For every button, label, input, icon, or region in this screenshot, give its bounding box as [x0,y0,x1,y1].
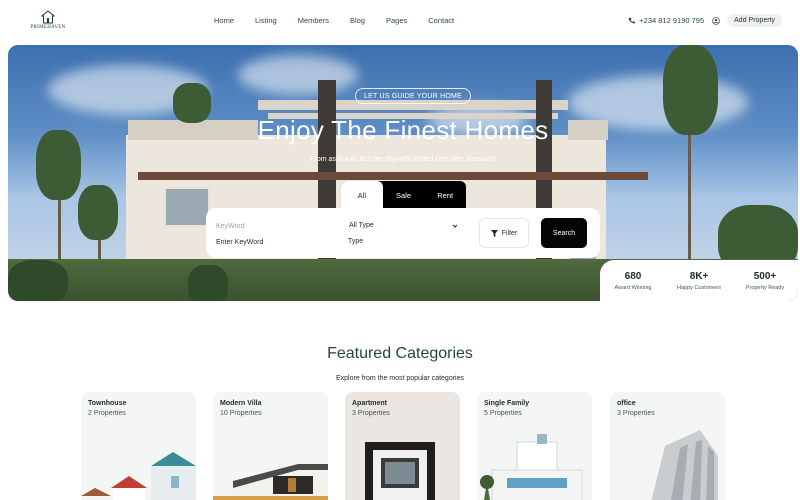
main-menu: Home Listing Members Blog Pages Contact [214,16,475,25]
brand-logo[interactable]: PRIMEHAVEN [28,10,68,30]
category-card-townhouse[interactable]: Townhouse 2 Properties [81,392,196,500]
chevron-down-icon[interactable] [452,223,458,229]
category-name: Apartment [352,400,388,407]
hero-subtitle: From as low as $10 per day with limited … [310,156,496,163]
hero-tagline: LET US GUIDE YOUR HOME [355,88,471,104]
add-property-button[interactable]: Add Property [727,14,782,27]
category-card-office[interactable]: office 3 Properties [610,392,725,500]
house-logo-icon [41,10,55,24]
filter-icon [490,229,498,237]
category-name: Townhouse [88,400,127,407]
nav-listing[interactable]: Listing [255,16,277,25]
search-tabs: All Sale Rent [341,181,466,209]
modern-villa-image [213,464,328,500]
category-name: Modern Villa [220,400,262,407]
section-subtitle: Explore from the most popular categories [335,375,464,382]
tab-rent[interactable]: Rent [424,181,466,209]
filter-button[interactable]: Filter [479,218,529,248]
stat-customers: 8K+ Happy Customers [666,260,732,301]
phone-icon [628,17,636,24]
category-count: 10 Properties [220,410,262,417]
nav-blog[interactable]: Blog [350,16,365,25]
phone-number[interactable]: +234 812 9190 795 [639,16,704,25]
hero-banner: LET US GUIDE YOUR HOME Enjoy The Finest … [8,45,798,301]
tab-sale[interactable]: Sale [383,181,425,209]
single-family-image [480,434,583,500]
type-label: Type [348,238,364,245]
apartment-image [365,442,435,500]
category-card-single-family[interactable]: Single Family 5 Properties [477,392,592,500]
stats-panel: 680 Award Winning 8K+ Happy Customers 50… [600,260,798,301]
filter-label: Filter [501,229,518,237]
category-name: Single Family [484,400,530,407]
keyword-label: KeyWord [216,223,245,230]
keyword-input[interactable]: Enter KeyWord [216,239,263,246]
category-count: 3 Properties [617,410,655,417]
category-card-apartment[interactable]: Apartment 3 Properties [345,392,460,500]
category-count: 2 Properties [88,410,126,417]
stat-label: Property Ready [745,284,785,291]
category-card-modern-villa[interactable]: Modern Villa 10 Properties [213,392,328,500]
stat-value: 8K+ [689,270,709,282]
brand-name: PRIMEHAVEN [30,25,66,30]
stat-property: 500+ Property Ready [732,260,798,301]
hero-title: Enjoy The Finest Homes [257,115,549,145]
section-title: Featured Categories [327,345,473,362]
nav-members[interactable]: Members [298,16,329,25]
stat-label: Award Winning [614,284,652,291]
category-name: office [617,400,636,407]
nav-home[interactable]: Home [214,16,234,25]
search-button[interactable]: Search [541,218,587,248]
category-count: 5 Properties [484,410,522,417]
stat-award: 680 Award Winning [600,260,666,301]
property-search-form: KeyWord Enter KeyWord All Type Type Filt… [206,208,600,258]
office-building-image [651,430,718,500]
stat-value: 500+ [753,270,777,282]
nav-contact[interactable]: Contact [428,16,454,25]
tab-all[interactable]: All [341,181,383,209]
category-count: 3 Properties [352,410,390,417]
stat-label: Happy Customers [676,284,722,291]
townhouse-image [81,452,196,500]
top-navbar: PRIMEHAVEN Home Listing Members Blog Pag… [0,0,800,44]
user-icon[interactable] [712,16,720,25]
nav-actions: +234 812 9190 795 Add Property [628,14,782,27]
type-select[interactable]: All Type [349,222,374,229]
stat-value: 680 [624,270,642,282]
nav-pages[interactable]: Pages [386,16,407,25]
